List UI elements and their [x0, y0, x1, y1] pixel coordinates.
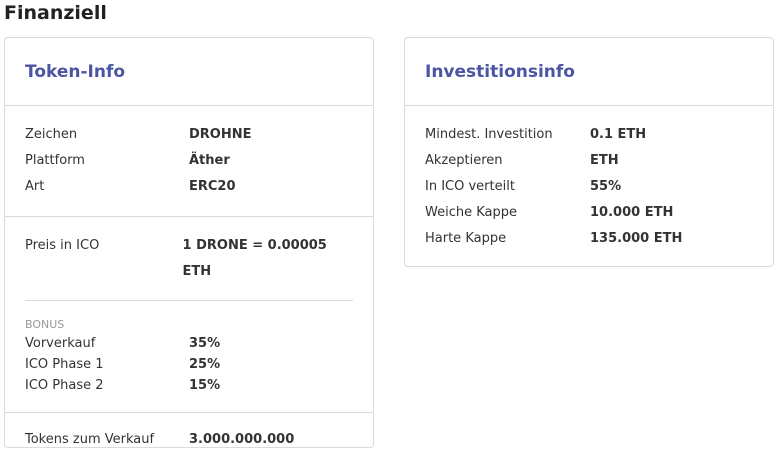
invest-row-softcap: Weiche Kappe 10.000 ETH	[425, 200, 753, 226]
inner-divider	[25, 300, 353, 301]
invest-accept-value: ETH	[590, 153, 619, 168]
token-symbol-value: DROHNE	[189, 127, 252, 142]
bonus-phase1-value: 25%	[189, 357, 221, 372]
token-type-label: Art	[25, 179, 45, 194]
tokens-for-sale-row: Tokens zum Verkauf 3.000.000.000	[25, 427, 353, 453]
bonus-heading: BONUS	[25, 318, 65, 331]
token-row-platform: Plattform Äther	[25, 148, 353, 174]
tokens-for-sale-section: Tokens zum Verkauf 3.000.000.000	[5, 413, 373, 453]
token-basic-section: Zeichen DROHNE Plattform Äther Art ERC20	[5, 106, 373, 217]
invest-accept-label: Akzeptieren	[425, 153, 503, 168]
token-type-value: ERC20	[189, 179, 236, 194]
token-info-title: Token-Info	[25, 61, 126, 82]
bonus-row-presale: Vorverkauf 35%	[25, 333, 353, 354]
token-price-bonus-section: Preis in ICO 1 DRONE = 0.00005 ETH BONUS…	[5, 217, 373, 413]
invest-distributed-value: 55%	[590, 179, 622, 194]
tokens-for-sale-value: 3.000.000.000	[189, 432, 295, 447]
bonus-phase1-label: ICO Phase 1	[25, 357, 104, 372]
investment-info-header: Investitionsinfo	[405, 38, 773, 106]
investment-info-title: Investitionsinfo	[425, 61, 575, 82]
token-platform-label: Plattform	[25, 153, 85, 168]
token-info-header: Token-Info	[5, 38, 373, 106]
bonus-phase2-value: 15%	[189, 378, 221, 393]
invest-minimum-label: Mindest. Investition	[425, 127, 553, 142]
token-price-label: Preis in ICO	[25, 238, 100, 253]
token-info-card: Token-Info Zeichen DROHNE Plattform Äthe…	[4, 37, 374, 448]
tokens-for-sale-label: Tokens zum Verkauf	[25, 432, 155, 447]
page-title: Finanziell	[4, 2, 107, 24]
token-platform-value: Äther	[189, 153, 230, 168]
invest-softcap-value: 10.000 ETH	[590, 205, 674, 220]
token-row-price: Preis in ICO 1 DRONE = 0.00005 ETH	[25, 233, 353, 285]
invest-distributed-label: In ICO verteilt	[425, 179, 515, 194]
investment-info-card: Investitionsinfo Mindest. Investition 0.…	[404, 37, 774, 267]
bonus-row-phase2: ICO Phase 2 15%	[25, 375, 353, 396]
invest-row-distributed: In ICO verteilt 55%	[425, 174, 753, 200]
financial-page: Finanziell Token-Info Zeichen DROHNE Pla…	[0, 0, 779, 453]
invest-minimum-value: 0.1 ETH	[590, 127, 647, 142]
invest-softcap-label: Weiche Kappe	[425, 205, 517, 220]
invest-hardcap-label: Harte Kappe	[425, 231, 507, 246]
token-row-symbol: Zeichen DROHNE	[25, 122, 353, 148]
token-price-value: 1 DRONE = 0.00005 ETH	[182, 238, 327, 279]
invest-row-hardcap: Harte Kappe 135.000 ETH	[425, 226, 753, 252]
invest-hardcap-value: 135.000 ETH	[590, 231, 683, 246]
invest-row-accept: Akzeptieren ETH	[425, 148, 753, 174]
bonus-phase2-label: ICO Phase 2	[25, 378, 104, 393]
bonus-row-phase1: ICO Phase 1 25%	[25, 354, 353, 375]
investment-section: Mindest. Investition 0.1 ETH Akzeptieren…	[405, 106, 773, 268]
bonus-presale-label: Vorverkauf	[25, 336, 96, 351]
invest-row-minimum: Mindest. Investition 0.1 ETH	[425, 122, 753, 148]
bonus-presale-value: 35%	[189, 336, 221, 351]
token-symbol-label: Zeichen	[25, 127, 78, 142]
token-row-type: Art ERC20	[25, 174, 353, 200]
